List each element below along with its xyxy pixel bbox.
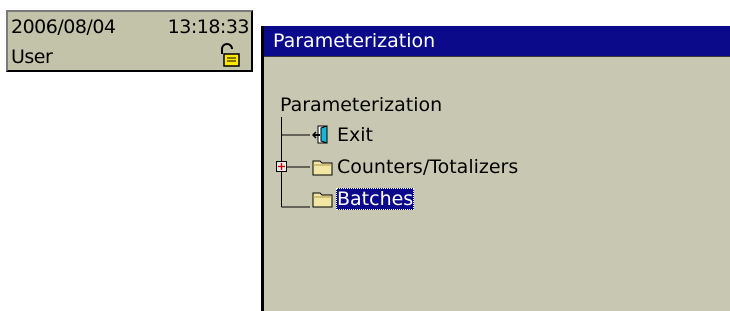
expand-toggle[interactable] (276, 161, 287, 172)
tree-item-exit[interactable]: Exit (312, 123, 374, 147)
status-panel: 2006/08/04 13:18:33 User (6, 10, 253, 72)
folder-icon (312, 160, 333, 176)
tree-item-label: Counters/Totalizers (337, 156, 519, 178)
tree-item-batches[interactable]: Batches (312, 187, 415, 211)
unlocked-padlock-icon[interactable] (215, 42, 241, 68)
tree-item-counters-totalizers[interactable]: Counters/Totalizers (312, 155, 519, 179)
time-display: 13:18:33 (167, 16, 250, 38)
exit-door-icon (312, 125, 328, 144)
tree-item-label: Batches (336, 188, 415, 210)
folder-icon (312, 192, 333, 208)
date-display: 2006/08/04 (11, 16, 116, 38)
parameterization-window: Parameterization Parameterization Exit C… (261, 26, 730, 311)
user-level-label: User (11, 46, 53, 68)
window-titlebar: Parameterization (264, 26, 730, 57)
plus-icon (278, 163, 285, 170)
tree-item-label: Exit (337, 124, 373, 146)
